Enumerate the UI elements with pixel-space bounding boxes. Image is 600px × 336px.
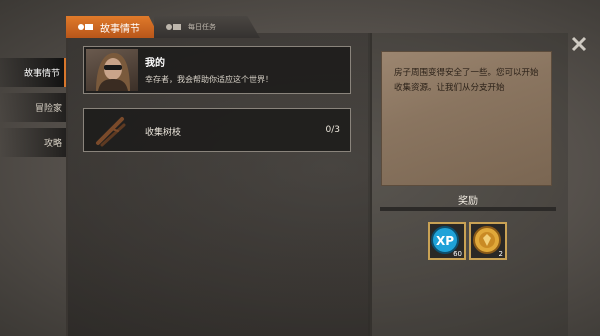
svg-text:XP: XP bbox=[436, 234, 454, 248]
rewards-label: 奖励 bbox=[458, 196, 478, 207]
quest-progress: 0/3 bbox=[325, 125, 340, 135]
reward-count: 2 bbox=[498, 250, 503, 258]
tab-story[interactable]: 故事情节 bbox=[66, 16, 160, 38]
tab-daily[interactable]: 每日任务 bbox=[154, 16, 260, 38]
stick-icon bbox=[96, 117, 126, 147]
story-card[interactable]: 我的 幸存者，我会帮助你适应这个世界！ bbox=[83, 46, 351, 94]
quest-card[interactable]: 收集树枝 0/3 bbox=[83, 108, 351, 152]
rewards-divider bbox=[380, 207, 556, 211]
story-title: 我的 bbox=[145, 58, 165, 69]
tab-label: 故事情节 bbox=[100, 23, 140, 35]
sidebar: 故事情节 冒险家 攻略 bbox=[0, 58, 66, 163]
tab-bar: 故事情节 每日任务 bbox=[66, 16, 260, 38]
tab-label: 每日任务 bbox=[188, 23, 216, 31]
reward-coin[interactable]: 2 bbox=[469, 222, 507, 260]
story-icon bbox=[78, 24, 93, 30]
avatar bbox=[86, 49, 138, 91]
quest-label: 收集树枝 bbox=[145, 128, 182, 138]
close-icon[interactable] bbox=[571, 36, 587, 52]
sidebar-item-guide[interactable]: 攻略 bbox=[0, 128, 66, 157]
note-text: 房子周围变得安全了一些。您可以开始收集资源。让我们从分支开始 bbox=[394, 68, 539, 93]
sidebar-item-story[interactable]: 故事情节 bbox=[0, 58, 66, 87]
daily-icon bbox=[166, 24, 181, 30]
reward-xp[interactable]: XP 60 bbox=[428, 222, 466, 260]
reward-count: 60 bbox=[453, 250, 462, 258]
quest-description: 房子周围变得安全了一些。您可以开始收集资源。让我们从分支开始 bbox=[381, 51, 552, 186]
sidebar-item-adventurer[interactable]: 冒险家 bbox=[0, 93, 66, 122]
story-text: 幸存者，我会帮助你适应这个世界！ bbox=[145, 75, 273, 84]
